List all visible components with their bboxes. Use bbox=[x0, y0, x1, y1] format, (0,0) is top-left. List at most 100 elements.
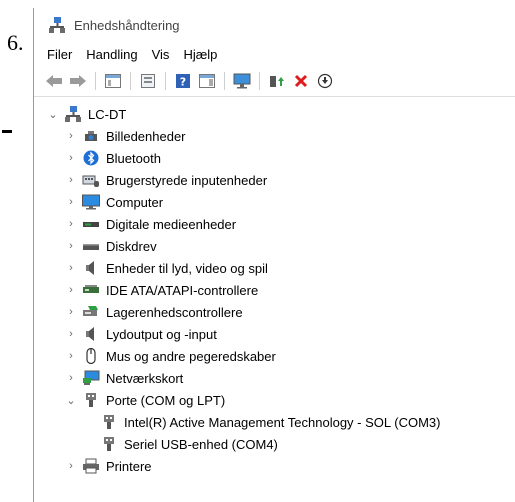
chevron-right-icon[interactable]: › bbox=[64, 305, 78, 319]
chevron-right-icon[interactable]: › bbox=[64, 151, 78, 165]
tree-category-label: IDE ATA/ATAPI-controllere bbox=[106, 282, 259, 298]
chevron-right-icon[interactable]: › bbox=[64, 195, 78, 209]
tree-category[interactable]: › Printere bbox=[34, 455, 515, 477]
tree-device[interactable]: Seriel USB-enhed (COM4) bbox=[34, 433, 515, 455]
properties-button[interactable] bbox=[138, 71, 158, 91]
chevron-right-icon[interactable]: › bbox=[64, 283, 78, 297]
device-manager-icon bbox=[49, 17, 65, 33]
tree-category-label: Porte (COM og LPT) bbox=[106, 392, 226, 408]
tree-root-label: LC-DT bbox=[88, 106, 127, 122]
scan-hardware-button[interactable] bbox=[232, 71, 252, 91]
tree-category-label: Brugerstyrede inputenheder bbox=[106, 172, 268, 188]
menu-bar: Filer Handling Vis Hjælp bbox=[34, 42, 515, 66]
chevron-down-icon[interactable]: ⌄ bbox=[64, 393, 78, 407]
tree-category[interactable]: › Brugerstyrede inputenheder bbox=[34, 169, 515, 191]
close-icon bbox=[294, 74, 308, 88]
show-hide-tree-button[interactable] bbox=[103, 71, 123, 91]
computer-root-icon bbox=[65, 106, 81, 122]
port-icon bbox=[104, 437, 114, 451]
toolbar-separator bbox=[165, 72, 166, 90]
chevron-right-icon[interactable]: › bbox=[64, 261, 78, 275]
tree-category-label: Digitale medieenheder bbox=[106, 216, 237, 232]
menu-action[interactable]: Handling bbox=[79, 45, 144, 64]
tree-category[interactable]: › Enheder til lyd, video og spil bbox=[34, 257, 515, 279]
chevron-right-icon[interactable]: › bbox=[64, 129, 78, 143]
chevron-right-icon[interactable]: › bbox=[64, 349, 78, 363]
speaker-icon bbox=[86, 261, 94, 275]
hid-icon bbox=[82, 175, 99, 187]
svg-text:?: ? bbox=[180, 76, 186, 89]
tree-category[interactable]: › Digitale medieenheder bbox=[34, 213, 515, 235]
port-icon bbox=[104, 415, 114, 429]
console-tree-icon bbox=[105, 74, 121, 88]
media-device-icon bbox=[83, 222, 99, 227]
device-tree: ⌄ LC-DT › Billedenheder › Bluetooth › Br… bbox=[34, 97, 515, 477]
tree-category[interactable]: › Lydoutput og -input bbox=[34, 323, 515, 345]
mouse-icon bbox=[86, 348, 96, 364]
back-button[interactable] bbox=[44, 71, 64, 91]
chevron-right-icon[interactable]: › bbox=[64, 459, 78, 473]
network-icon bbox=[83, 370, 100, 385]
download-circle-icon bbox=[317, 73, 333, 89]
tree-category-label: Computer bbox=[106, 194, 164, 210]
ide-controller-icon bbox=[83, 285, 99, 293]
menu-help[interactable]: Hjælp bbox=[176, 45, 224, 64]
update-driver-button[interactable] bbox=[267, 71, 287, 91]
chevron-right-icon[interactable]: › bbox=[64, 217, 78, 231]
tree-category-label: Printere bbox=[106, 458, 152, 474]
tree-category-label: Netværkskort bbox=[106, 370, 184, 386]
chevron-right-icon[interactable]: › bbox=[64, 327, 78, 341]
tree-category-label: Billedenheder bbox=[106, 128, 186, 144]
device-manager-window: Enhedshåndtering Filer Handling Vis Hjæl… bbox=[33, 8, 515, 502]
bluetooth-icon bbox=[83, 150, 99, 166]
tree-category-label: Diskdrev bbox=[106, 238, 157, 254]
speaker-icon bbox=[86, 327, 94, 341]
toolbar: ? bbox=[34, 66, 515, 97]
step-number: 6. bbox=[7, 30, 24, 55]
disable-device-button[interactable] bbox=[315, 71, 335, 91]
tree-category[interactable]: › Lagerenhedscontrollere bbox=[34, 301, 515, 323]
tree-category-label: Enheder til lyd, video og spil bbox=[106, 260, 268, 276]
update-driver-icon bbox=[270, 76, 284, 87]
bullet-dash bbox=[2, 130, 12, 133]
tree-category[interactable]: › Bluetooth bbox=[34, 147, 515, 169]
tree-category[interactable]: › Mus og andre pegeredskaber bbox=[34, 345, 515, 367]
printer-icon bbox=[83, 458, 99, 474]
menu-view[interactable]: Vis bbox=[145, 45, 177, 64]
chevron-right-icon[interactable]: › bbox=[64, 371, 78, 385]
tree-category[interactable]: › IDE ATA/ATAPI-controllere bbox=[34, 279, 515, 301]
chevron-right-icon[interactable]: › bbox=[64, 239, 78, 253]
tree-category-label: Lagerenhedscontrollere bbox=[106, 304, 243, 320]
tree-category-label: Mus og andre pegeredskaber bbox=[106, 348, 276, 364]
scan-monitor-icon bbox=[233, 73, 251, 89]
toolbar-separator bbox=[259, 72, 260, 90]
toolbar-separator bbox=[95, 72, 96, 90]
tree-device[interactable]: Intel(R) Active Management Technology - … bbox=[34, 411, 515, 433]
forward-button[interactable] bbox=[68, 71, 88, 91]
chevron-right-icon[interactable]: › bbox=[64, 173, 78, 187]
toolbar-separator bbox=[224, 72, 225, 90]
port-icon bbox=[86, 393, 96, 407]
tree-category[interactable]: › Diskdrev bbox=[34, 235, 515, 257]
uninstall-device-button[interactable] bbox=[291, 71, 311, 91]
arrow-right-icon bbox=[70, 75, 86, 87]
tree-category-label: Bluetooth bbox=[106, 150, 161, 166]
window-title: Enhedshåndtering bbox=[74, 17, 180, 33]
tree-category-expanded[interactable]: ⌄ Porte (COM og LPT) bbox=[34, 389, 515, 411]
storage-controller-icon bbox=[83, 306, 98, 316]
action-pane-button[interactable] bbox=[197, 71, 217, 91]
tree-device-label: Seriel USB-enhed (COM4) bbox=[124, 436, 278, 452]
toolbar-separator bbox=[130, 72, 131, 90]
action-pane-icon bbox=[199, 74, 215, 88]
menu-file[interactable]: Filer bbox=[40, 45, 79, 64]
arrow-left-icon bbox=[46, 75, 62, 87]
chevron-down-icon[interactable]: ⌄ bbox=[46, 107, 60, 121]
help-button[interactable]: ? bbox=[173, 71, 193, 91]
tree-root[interactable]: ⌄ LC-DT bbox=[34, 103, 515, 125]
tree-category[interactable]: › Computer bbox=[34, 191, 515, 213]
tree-category-label: Lydoutput og -input bbox=[106, 326, 217, 342]
title-bar[interactable]: Enhedshåndtering bbox=[34, 8, 515, 42]
tree-category[interactable]: › Netværkskort bbox=[34, 367, 515, 389]
tree-category[interactable]: › Billedenheder bbox=[34, 125, 515, 147]
help-icon: ? bbox=[176, 74, 190, 89]
